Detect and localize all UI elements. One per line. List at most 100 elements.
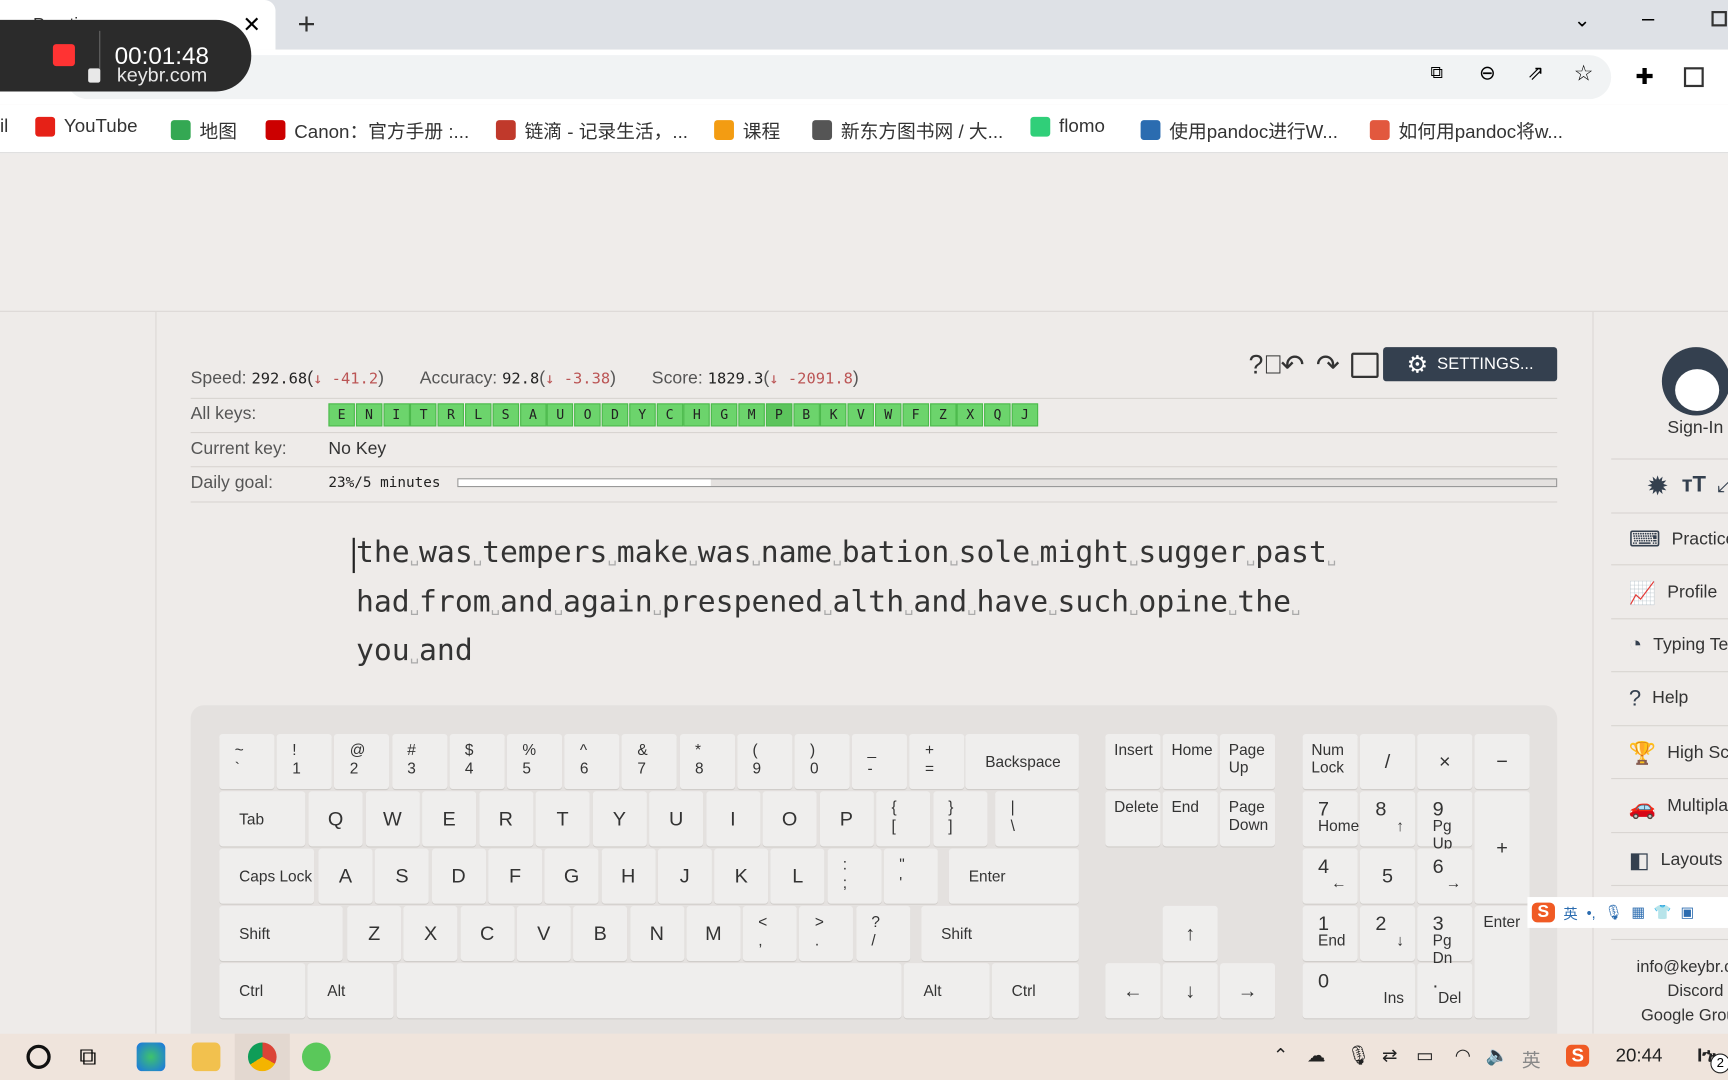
key[interactable]: S xyxy=(375,848,430,904)
bookmark-item[interactable]: 链滴 - 记录生活，... xyxy=(495,116,688,144)
sidebar-item[interactable]: ⌨ Practice xyxy=(1629,526,1728,554)
mic-icon[interactable]: 🎙 xyxy=(1604,904,1622,922)
sidebar-item[interactable]: ◔ Typing Test xyxy=(1629,633,1728,658)
expand-icon[interactable]: ⤢ xyxy=(1717,473,1728,498)
key[interactable]: ) 0 xyxy=(794,733,850,790)
omnibox[interactable]: ⧉ ⊖ ⇗ ☆ xyxy=(66,55,1612,100)
key[interactable]: W xyxy=(365,791,420,847)
sidebar-item[interactable]: ? Help xyxy=(1629,686,1689,711)
redo-icon[interactable]: ↷ xyxy=(1316,348,1340,382)
key[interactable]: ↓ xyxy=(1162,963,1218,1019)
help-icon[interactable]: ?⃝ xyxy=(1249,350,1284,381)
extensions-icon[interactable]: ✚ xyxy=(1635,63,1653,91)
bookmark-item[interactable]: 使用pandoc进行W... xyxy=(1140,116,1338,144)
key[interactable]: #3 xyxy=(391,733,447,790)
key[interactable]: G xyxy=(544,848,599,904)
key[interactable]: % 5 xyxy=(506,733,563,790)
key[interactable]: ↑ xyxy=(1162,905,1218,961)
key[interactable]: <, xyxy=(742,905,797,961)
bookmark-star-icon[interactable]: ☆ xyxy=(1574,60,1594,88)
key[interactable]: Shift xyxy=(921,905,1079,961)
task-view-icon[interactable]: ⧉ xyxy=(79,1043,96,1072)
key[interactable]: X xyxy=(403,905,458,961)
wechat-icon[interactable] xyxy=(301,1042,331,1072)
bookmark-item[interactable]: Canon：官方手册 :... xyxy=(265,116,469,144)
side-panel-icon[interactable] xyxy=(1683,67,1704,88)
key[interactable]: {[ xyxy=(876,791,931,847)
edge-icon[interactable] xyxy=(136,1042,166,1072)
zoom-out-icon[interactable]: ⊖ xyxy=(1479,62,1496,85)
key[interactable]: Alt xyxy=(903,963,990,1019)
sidebar-item[interactable]: 🚗 Multiplayer xyxy=(1629,793,1728,821)
input-language[interactable]: 英 xyxy=(1522,1045,1541,1073)
key[interactable]: Z xyxy=(347,905,402,961)
minimize-icon[interactable]: – xyxy=(1642,7,1654,32)
key[interactable]: ? / xyxy=(855,905,910,961)
fullscreen-icon[interactable] xyxy=(1351,352,1379,378)
tab-search-chevron-icon[interactable]: ⌄ xyxy=(1574,9,1591,32)
key[interactable] xyxy=(396,963,902,1019)
footer-link[interactable]: info@keybr.com xyxy=(1637,958,1728,977)
bookmark-item[interactable]: 地图 xyxy=(170,116,237,144)
share-icon[interactable]: ⇗ xyxy=(1527,62,1544,85)
footer-link[interactable]: Google Groups xyxy=(1641,1006,1728,1025)
key[interactable]: J xyxy=(657,848,712,904)
key[interactable]: / xyxy=(1359,733,1416,790)
key[interactable]: 4 ← xyxy=(1302,848,1358,904)
key[interactable]: M xyxy=(686,905,741,961)
key[interactable]: + xyxy=(1474,791,1530,904)
key[interactable]: _ - xyxy=(852,733,908,790)
key[interactable]: 5 xyxy=(1359,848,1416,904)
key[interactable]: $4 xyxy=(449,733,505,790)
key[interactable]: * 8 xyxy=(679,733,735,790)
file-explorer-icon[interactable] xyxy=(191,1042,221,1072)
restore-icon[interactable] xyxy=(1711,11,1727,27)
bookmark-item[interactable]: 课程 xyxy=(714,116,780,144)
key[interactable]: & 7 xyxy=(621,733,678,790)
key[interactable]: 9 Pg Up xyxy=(1417,791,1473,852)
key[interactable]: | \ xyxy=(995,791,1079,847)
font-size-icon[interactable]: ᴛT xyxy=(1682,473,1706,498)
toolbox-icon[interactable]: ▣ xyxy=(1680,904,1694,922)
key[interactable]: A xyxy=(318,848,373,904)
key[interactable]: B xyxy=(573,905,628,961)
key[interactable]: 0 Ins xyxy=(1302,963,1416,1019)
clock[interactable]: 20:44 xyxy=(1616,1045,1663,1067)
key[interactable]: Delete xyxy=(1105,791,1161,847)
footer-link[interactable]: Discord xyxy=(1667,982,1723,1001)
key[interactable]: Y xyxy=(592,791,647,847)
key[interactable]: K xyxy=(714,848,769,904)
settings-toggle-icon[interactable]: ⇄ xyxy=(1382,1045,1398,1067)
key[interactable]: V xyxy=(516,905,571,961)
key[interactable]: 8 ↑ xyxy=(1359,791,1416,847)
volume-icon[interactable]: 🔈 xyxy=(1486,1045,1509,1067)
new-tab-button[interactable]: + xyxy=(298,7,316,42)
settings-button[interactable]: ⚙ SETTINGS... xyxy=(1383,347,1558,382)
key[interactable]: U xyxy=(649,791,704,847)
skin-icon[interactable]: 👕 xyxy=(1654,904,1672,922)
key[interactable]: Alt xyxy=(307,963,394,1019)
key[interactable]: 3 Pg Dn xyxy=(1417,905,1473,966)
show-hidden-icons-icon[interactable]: ⌃ xyxy=(1273,1045,1289,1067)
battery-icon[interactable]: ▭ xyxy=(1416,1045,1434,1067)
key[interactable]: 6 → xyxy=(1417,848,1473,904)
microphone-icon[interactable]: 🎙 xyxy=(1347,1045,1371,1067)
key[interactable]: >. xyxy=(799,905,854,961)
undo-icon[interactable]: ↶ xyxy=(1281,348,1305,382)
key[interactable]: ← xyxy=(1105,963,1161,1019)
key[interactable]: P xyxy=(819,791,874,847)
key[interactable]: + = xyxy=(909,733,965,790)
key[interactable]: Ctrl xyxy=(219,963,306,1019)
stop-record-button[interactable] xyxy=(52,44,75,67)
theme-icon[interactable]: ✹ xyxy=(1646,471,1668,503)
key[interactable]: − xyxy=(1474,733,1530,790)
key[interactable]: . Del xyxy=(1417,963,1473,1019)
key[interactable]: Ctrl xyxy=(991,963,1079,1019)
key[interactable]: C xyxy=(460,905,515,961)
lock-icon[interactable] xyxy=(88,68,101,83)
key[interactable]: Page Up xyxy=(1219,733,1276,790)
sidebar-item[interactable]: 📈 Profile xyxy=(1629,579,1717,607)
bookmark-item[interactable]: 如何用pandoc将w... xyxy=(1369,116,1563,144)
key[interactable]: }] xyxy=(932,791,987,847)
sogou-tray-icon[interactable]: S xyxy=(1565,1044,1590,1067)
